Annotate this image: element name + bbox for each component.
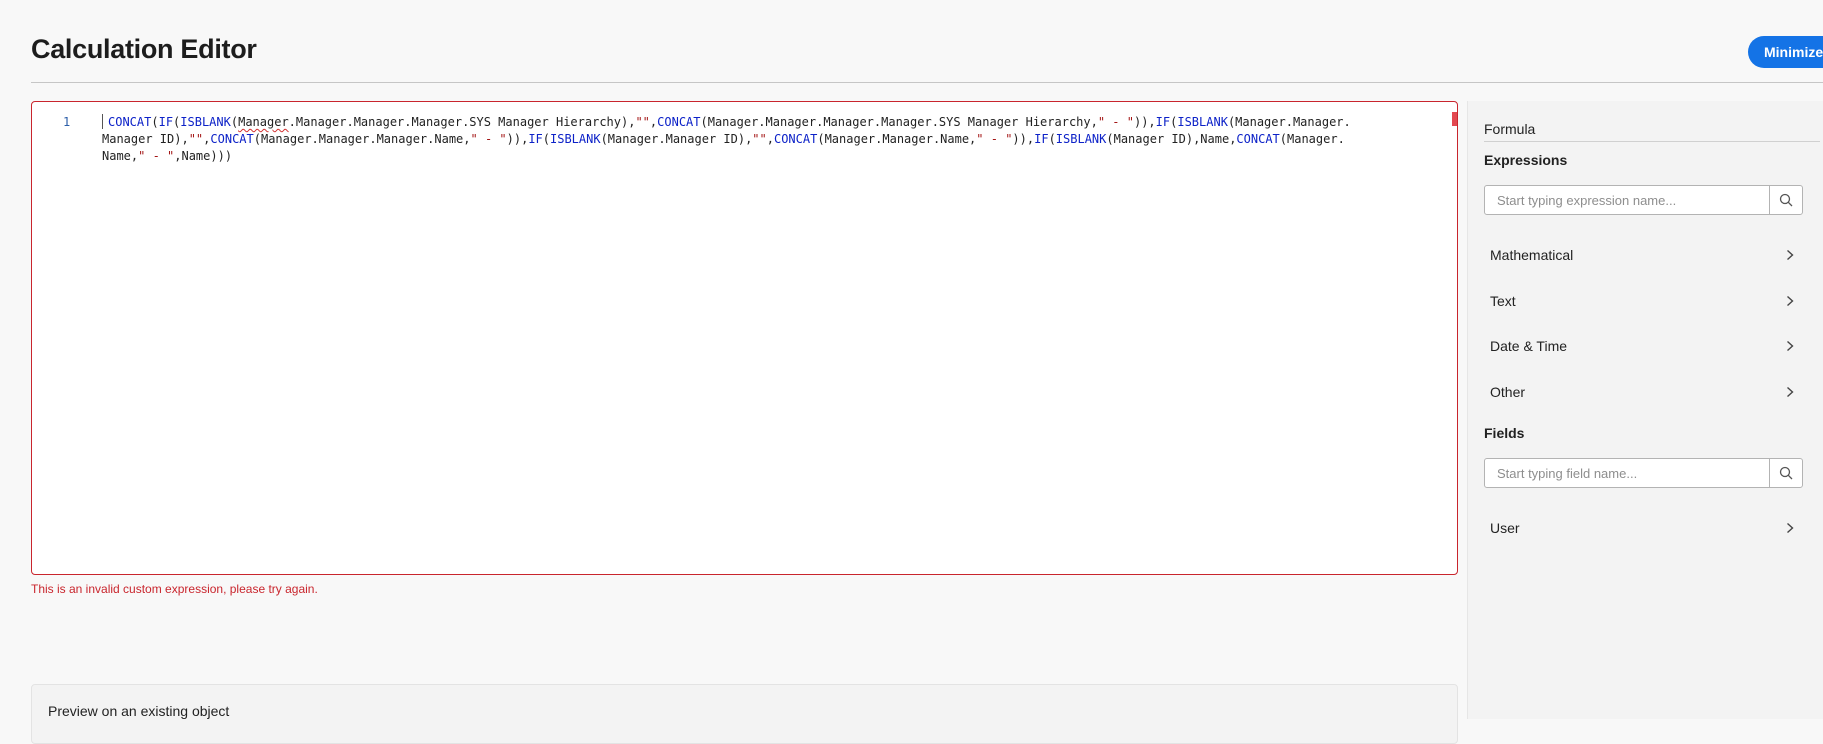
code-string: "" (188, 132, 204, 146)
preview-title: Preview on an existing object (48, 703, 230, 719)
category-label: Text (1490, 293, 1516, 309)
code-keyword: CONCAT (1236, 132, 1280, 146)
code-line: Manager ID),"",CONCAT(Manager.Manager.Ma… (102, 131, 1472, 148)
code-token: (Manager.Manager.Manager.Manager.SYS Man… (700, 115, 1098, 129)
code-line: CONCAT(IF(ISBLANK(Manager.Manager.Manage… (102, 114, 1472, 131)
category-label: Mathematical (1490, 247, 1574, 263)
code-keyword: ISBLANK (1177, 115, 1228, 129)
code-token: ,Name))) (174, 149, 233, 163)
field-search-box (1484, 458, 1803, 488)
code-token: (Manager.Manager.Name, (817, 132, 977, 146)
code-line: Name," - ",Name))) (102, 148, 1472, 165)
code-token: Name, (102, 149, 139, 163)
expressions-heading: Expressions (1484, 152, 1568, 168)
code-token: ( (542, 132, 550, 146)
code-editor[interactable]: 1 CONCAT(IF(ISBLANK(Manager.Manager.Mana… (31, 101, 1458, 575)
chevron-right-icon (1783, 294, 1797, 308)
category-date-time[interactable]: Date & Time (1484, 328, 1803, 364)
chevron-right-icon (1783, 385, 1797, 399)
field-search-input[interactable] (1485, 459, 1769, 487)
code-keyword: CONCAT (108, 115, 152, 129)
code-keyword: CONCAT (773, 132, 818, 146)
category-label: Other (1490, 384, 1526, 400)
text-caret (102, 114, 103, 129)
code-token: (Manager ID),Name, (1106, 132, 1237, 146)
code-keyword: IF (1034, 132, 1049, 146)
category-label: Date & Time (1490, 338, 1568, 354)
category-text[interactable]: Text (1484, 283, 1803, 319)
category-other[interactable]: Other (1484, 374, 1803, 410)
code-token: )), (1012, 132, 1035, 146)
chevron-right-icon (1783, 248, 1797, 262)
code-token: ( (151, 115, 159, 129)
expression-search-input[interactable] (1485, 186, 1769, 214)
code-string: "" (752, 132, 767, 146)
title-divider (31, 82, 1823, 83)
field-category-user[interactable]: User (1484, 510, 1803, 546)
code-token: , (766, 132, 774, 146)
code-keyword: CONCAT (210, 132, 254, 146)
expression-search-button[interactable] (1769, 186, 1802, 214)
code-keyword: ISBLANK (1055, 132, 1107, 146)
search-icon (1779, 193, 1793, 207)
code-token: ( (230, 115, 239, 129)
code-string: " - " (138, 149, 175, 163)
page-title: Calculation Editor (31, 34, 257, 64)
chevron-right-icon (1783, 339, 1797, 353)
code-token: )), (506, 132, 529, 146)
code-keyword: ISBLANK (180, 115, 231, 129)
tab-formula[interactable]: Formula (1484, 121, 1820, 142)
category-label: User (1490, 520, 1520, 536)
code-token: (Manager.Manager.Manager.Name, (253, 132, 471, 146)
code-token: ( (1048, 132, 1056, 146)
code-keyword: CONCAT (657, 115, 701, 129)
code-keyword: ISBLANK (550, 132, 601, 146)
code-token: Manager (238, 115, 289, 129)
chevron-right-icon (1783, 521, 1797, 535)
fields-heading: Fields (1484, 425, 1525, 441)
code-keyword: IF (528, 132, 543, 146)
code-string: " - " (976, 132, 1013, 146)
line-number: 1 (63, 115, 71, 129)
preview-panel: Preview on an existing object (31, 684, 1458, 744)
code-string: "" (635, 115, 650, 129)
search-icon (1779, 466, 1793, 480)
code-token: .Manager.Manager.Manager.SYS Manager Hie… (288, 115, 636, 129)
code-token: (Manager.Manager ID), (600, 132, 753, 146)
code-keyword: IF (1155, 115, 1171, 129)
category-mathematical[interactable]: Mathematical (1484, 237, 1803, 273)
code-token: )), (1133, 115, 1156, 129)
expression-search-box (1484, 185, 1803, 215)
code-keyword: IF (158, 115, 174, 129)
code-token: (Manager.Manager. (1227, 115, 1351, 129)
code-area[interactable]: CONCAT(IF(ISBLANK(Manager.Manager.Manage… (102, 114, 1472, 165)
minimize-button[interactable]: Minimize (1748, 36, 1823, 68)
field-search-button[interactable] (1769, 459, 1802, 487)
code-token: (Manager. (1279, 132, 1345, 146)
error-marker (1452, 112, 1457, 126)
code-token: Manager ID), (102, 132, 189, 146)
sidebar: Formula Expressions Mathematical Text Da… (1467, 101, 1823, 719)
error-message: This is an invalid custom expression, pl… (31, 582, 318, 596)
code-string: " - " (1097, 115, 1134, 129)
code-string: " - " (470, 132, 507, 146)
